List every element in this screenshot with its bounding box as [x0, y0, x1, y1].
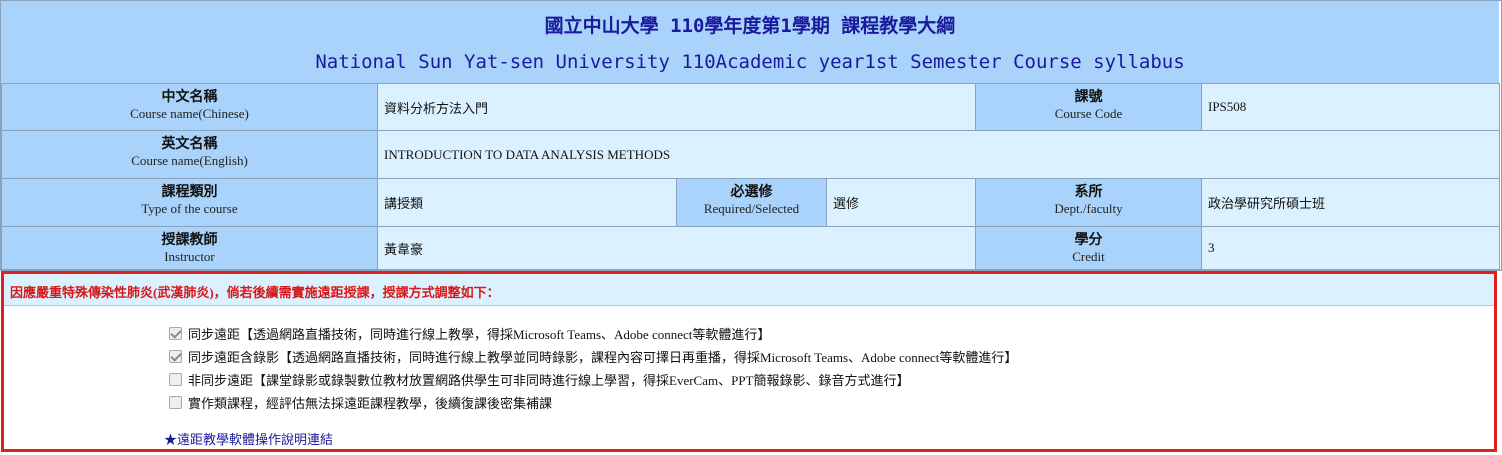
option-label: 同步遠距含錄影【透過網路直播技術，同時進行線上教學並同時錄影，課程內容可擇日再重… [188, 350, 1018, 365]
option-practical-course: 實作類課程，經評估無法採遠距課程教學，後續復課後密集補課 [169, 393, 552, 412]
value-course-name-zh: 資料分析方法入門 [377, 83, 976, 131]
value-instructor: 黃韋豪 [377, 226, 976, 270]
label-dept: 系所 Dept./faculty [975, 178, 1202, 227]
option-label: 實作類課程，經評估無法採遠距課程教學，後續復課後密集補課 [188, 396, 553, 411]
remote-teaching-notice: 因應嚴重特殊傳染性肺炎(武漢肺炎)，倘若後續需實施遠距授課，授課方式調整如下： … [1, 271, 1497, 452]
remote-software-guide-link[interactable]: ★遠距教學軟體操作說明連結 [164, 429, 333, 448]
checkbox-async-remote[interactable] [169, 373, 182, 386]
label-course-type: 課程類別 Type of the course [1, 178, 378, 227]
option-label: 同步遠距【透過網路直播技術，同時進行線上教學，得採Microsoft Teams… [188, 327, 771, 342]
value-course-type: 講授類 [377, 178, 677, 227]
checkbox-sync-remote[interactable] [169, 327, 182, 340]
label-instructor: 授課教師 Instructor [1, 226, 378, 270]
option-sync-remote-recording: 同步遠距含錄影【透過網路直播技術，同時進行線上教學並同時錄影，課程內容可擇日再重… [169, 347, 1017, 366]
label-course-name-zh: 中文名稱 Course name(Chinese) [1, 83, 378, 131]
option-sync-remote: 同步遠距【透過網路直播技術，同時進行線上教學，得採Microsoft Teams… [169, 324, 770, 343]
value-required: 選修 [826, 178, 976, 227]
checkbox-sync-remote-recording[interactable] [169, 350, 182, 363]
page-header: 國立中山大學 110學年度第1學期 課程教學大綱 National Sun Ya… [1, 1, 1499, 83]
value-course-code: IPS508 [1201, 83, 1500, 131]
value-course-name-en: INTRODUCTION TO DATA ANALYSIS METHODS [377, 130, 1500, 179]
label-course-name-en: 英文名稱 Course name(English) [1, 130, 378, 179]
label-required: 必選修 Required/Selected [676, 178, 827, 227]
value-dept: 政治學研究所碩士班 [1201, 178, 1500, 227]
page-title-en: National Sun Yat-sen University 110Acade… [315, 51, 1185, 73]
option-label: 非同步遠距【課堂錄影或錄製數位教材放置網路供學生可非同時進行線上學習，得採Eve… [188, 373, 910, 388]
value-credit: 3 [1201, 226, 1500, 270]
notice-heading-bar: 因應嚴重特殊傳染性肺炎(武漢肺炎)，倘若後續需實施遠距授課，授課方式調整如下： [4, 274, 1494, 306]
label-course-code: 課號 Course Code [975, 83, 1202, 131]
notice-heading: 因應嚴重特殊傳染性肺炎(武漢肺炎)，倘若後續需實施遠距授課，授課方式調整如下： [10, 285, 500, 300]
page-title-zh: 國立中山大學 110學年度第1學期 課程教學大綱 [544, 15, 956, 37]
option-async-remote: 非同步遠距【課堂錄影或錄製數位教材放置網路供學生可非同時進行線上學習，得採Eve… [169, 370, 910, 389]
checkbox-practical-course[interactable] [169, 396, 182, 409]
label-credit: 學分 Credit [975, 226, 1202, 270]
